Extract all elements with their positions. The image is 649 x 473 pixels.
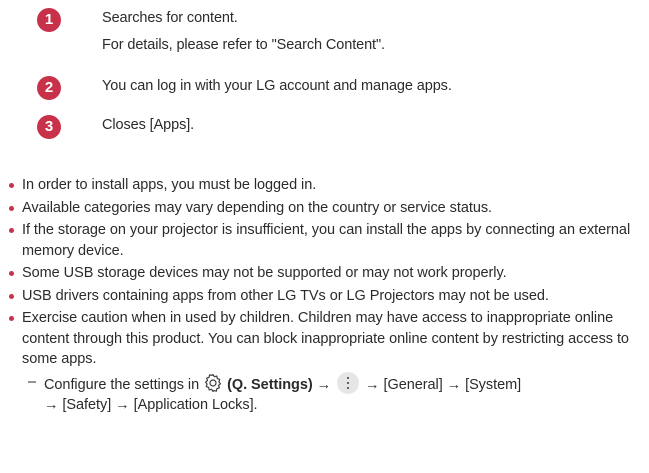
number-badge-3: 3 xyxy=(37,115,61,139)
note-item-4: Some USB storage devices may not be supp… xyxy=(0,263,649,284)
more-options-icon xyxy=(337,371,360,394)
note-item-1: In order to install apps, you must be lo… xyxy=(0,175,649,196)
note-text-4: Some USB storage devices may not be supp… xyxy=(22,265,507,281)
numbered-item-2-line-1: You can log in with your LG account and … xyxy=(102,78,452,94)
numbered-item-3-line-1: Closes [Apps]. xyxy=(102,117,195,133)
settings-label: (Q. Settings) xyxy=(227,376,313,393)
sub-note-path-line-2: → [Safety] → [Application Locks]. xyxy=(44,397,258,413)
bullet-dot xyxy=(9,316,14,321)
numbered-item-1-line-2: For details, please refer to "Search Con… xyxy=(102,37,385,53)
number-badge-2: 2 xyxy=(37,76,61,100)
note-item-5: USB drivers containing apps from other L… xyxy=(0,286,649,307)
note-text-3: If the storage on your projector is insu… xyxy=(22,222,631,259)
number-badge-1: 1 xyxy=(37,8,61,32)
bullet-dot xyxy=(9,183,14,188)
bullet-dot xyxy=(9,271,14,276)
note-item-2: Available categories may vary depending … xyxy=(0,198,649,219)
sub-note-dash: – xyxy=(28,373,37,390)
gear-icon xyxy=(203,373,223,393)
arrow-2: → xyxy=(365,376,380,393)
note-text-6: Exercise caution when in used by childre… xyxy=(22,310,629,367)
sub-note-path-rest: [General] → [System] xyxy=(383,376,522,393)
manual-page: 1 Searches for content. For details, ple… xyxy=(0,0,649,473)
numbered-item-1-line-1: Searches for content. xyxy=(102,10,238,26)
note-item-6: Exercise caution when in used by childre… xyxy=(0,308,649,370)
note-item-3: If the storage on your projector is insu… xyxy=(0,220,649,261)
bullet-dot xyxy=(9,205,14,211)
sub-note-settings-path: – Configure the settings in (Q. Settings… xyxy=(22,371,649,416)
note-text-5: USB drivers containing apps from other L… xyxy=(22,287,549,304)
note-text-2: Available categories may vary depending … xyxy=(22,199,493,216)
bullet-dot xyxy=(9,293,14,299)
note-text-1: In order to install apps, you must be lo… xyxy=(22,177,317,193)
arrow-1: → xyxy=(316,376,332,393)
bullet-dot xyxy=(9,228,14,233)
notes-list: In order to install apps, you must be lo… xyxy=(0,175,649,416)
sub-note-prefix: Configure the settings in xyxy=(44,376,200,393)
